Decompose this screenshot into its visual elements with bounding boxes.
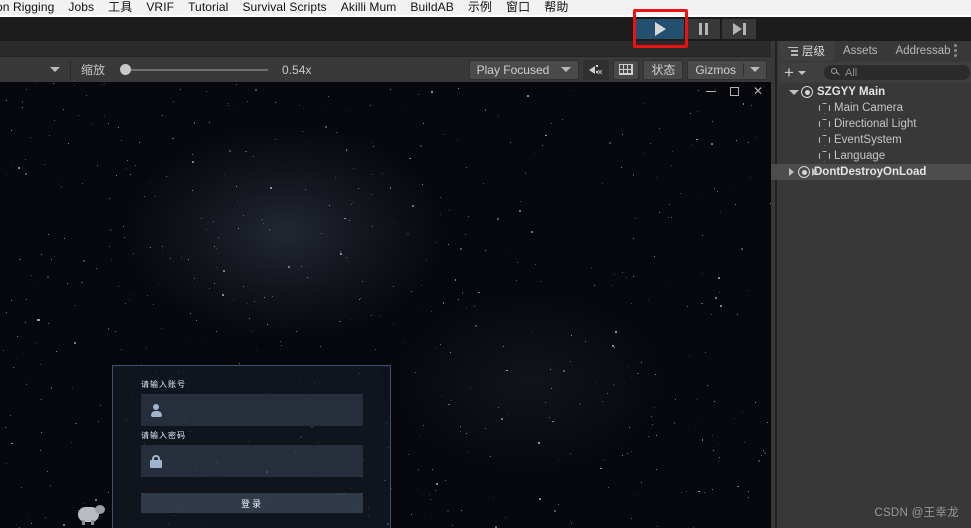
stats-button[interactable]: 状态 [643, 59, 684, 80]
gameview-toolbar: 缩放 0.54x Play Focused ✕ 状态 Gizmos [0, 56, 775, 82]
tab-hierarchy-label: 层级 [802, 46, 825, 58]
panel-options-icon[interactable] [954, 44, 957, 59]
menu-item-survival-scripts[interactable]: Survival Scripts [235, 0, 333, 15]
menu-item-examples[interactable]: 示例 [461, 0, 499, 15]
minimize-icon[interactable] [705, 90, 716, 92]
menu-item-buildab[interactable]: BuildAB [403, 0, 460, 15]
toolbar-divider [70, 60, 71, 79]
display-dropdown[interactable] [0, 57, 70, 83]
chevron-right-icon[interactable] [789, 168, 794, 176]
sheep-sprite [78, 503, 106, 525]
tab-hierarchy[interactable]: 层级 [779, 41, 834, 61]
pause-button[interactable] [686, 19, 720, 39]
zoom-slider[interactable] [113, 62, 269, 78]
gameview-toolbar-right: Play Focused ✕ 状态 Gizmos [468, 57, 775, 83]
zoom-slider-track [121, 68, 269, 71]
grid-icon [619, 64, 634, 75]
chevron-right-icon[interactable] [812, 168, 818, 176]
menu-item-vrif[interactable]: VRIF [139, 0, 181, 15]
menu-item-tools[interactable]: 工具 [101, 0, 139, 15]
frame-debug-button[interactable] [613, 59, 640, 80]
hierarchy-search-input[interactable]: All [823, 65, 970, 80]
add-object-button[interactable]: + [784, 64, 794, 81]
chevron-down-icon [750, 67, 760, 72]
playmode-focus-dropdown[interactable]: Play Focused [468, 59, 580, 80]
hierarchy-row-label: Directional Light [834, 118, 917, 130]
gizmos-label: Gizmos [695, 62, 736, 77]
close-icon[interactable]: ✕ [753, 85, 763, 97]
hierarchy-row-label: DontDestroyOnLoad [814, 166, 927, 178]
gameobject-cube-icon [819, 134, 830, 146]
user-icon [150, 403, 162, 417]
hierarchy-row-label: Language [834, 150, 886, 162]
chevron-down-icon[interactable] [789, 89, 799, 95]
gizmos-dropdown[interactable]: Gizmos [687, 59, 767, 80]
game-view[interactable]: 请输入账号 请输入密码 登录 English 中 文 [0, 82, 771, 528]
hierarchy-row-label: Main Camera [834, 102, 904, 114]
gizmos-chevron[interactable] [744, 67, 766, 72]
lock-icon [150, 454, 162, 468]
hierarchy-row[interactable]: DontDestroyOnLoad [779, 164, 971, 180]
panel-splitter[interactable] [775, 41, 777, 528]
maximize-icon[interactable] [729, 86, 739, 96]
chevron-down-icon [50, 67, 60, 72]
unity-editor-window: on Rigging Jobs 工具 VRIF Tutorial Surviva… [0, 0, 971, 528]
menu-item-help[interactable]: 帮助 [537, 0, 575, 15]
zoom-value: 0.54x [282, 62, 312, 77]
tab-assets-label: Assets [843, 45, 878, 57]
window-controls: ✕ [690, 82, 775, 100]
account-input[interactable] [141, 394, 363, 426]
unity-scene-icon [798, 166, 810, 178]
hierarchy-search-row: + All [779, 62, 971, 83]
hierarchy-row-label: EventSystem [834, 134, 902, 146]
account-group: 请输入账号 [141, 379, 363, 426]
step-button[interactable] [722, 19, 756, 39]
tab-addressables-label: Addressab [895, 45, 951, 57]
unity-scene-icon [801, 86, 813, 98]
step-icon [732, 23, 746, 35]
playmode-focus-label: Play Focused [476, 62, 550, 77]
hierarchy-row[interactable]: Main Camera [779, 100, 971, 116]
watermark: CSDN @王幸龙 [874, 507, 959, 519]
login-panel: 请输入账号 请输入密码 登录 [112, 365, 391, 528]
search-icon [830, 68, 840, 77]
menu-item-akilli-mum[interactable]: Akilli Mum [334, 0, 404, 15]
hierarchy-icon [788, 46, 798, 56]
account-label: 请输入账号 [141, 380, 186, 389]
mute-audio-icon: ✕ [589, 64, 603, 76]
main-toolbar [0, 17, 971, 41]
annotation-highlight-rectangle [633, 9, 688, 48]
login-submit-label: 登录 [240, 498, 263, 509]
hierarchy-row-label: SZGYY Main [817, 86, 886, 98]
zoom-label: 缩放 [81, 63, 106, 77]
menu-item-animation-rigging[interactable]: on Rigging [0, 0, 61, 15]
tab-assets[interactable]: Assets [834, 41, 887, 61]
hierarchy-tree: SZGYY Main Main Camera Directional Light Ev… [779, 84, 971, 180]
password-group: 请输入密码 [141, 430, 363, 477]
menu-item-window[interactable]: 窗口 [499, 0, 537, 15]
password-input[interactable] [141, 445, 363, 477]
stats-label: 状态 [651, 63, 676, 77]
tab-addressables[interactable]: Addressab [887, 41, 960, 61]
menu-item-jobs[interactable]: Jobs [61, 0, 101, 15]
hierarchy-row[interactable]: Directional Light [779, 116, 971, 132]
hierarchy-row[interactable]: SZGYY Main [779, 84, 971, 100]
hierarchy-tabs: 层级 Assets Addressab [779, 41, 971, 61]
mute-audio-button[interactable]: ✕ [583, 59, 610, 80]
hierarchy-row[interactable]: Language [779, 148, 971, 164]
hierarchy-row[interactable]: EventSystem [779, 132, 971, 148]
pause-icon [698, 23, 708, 35]
chevron-down-icon[interactable] [797, 70, 806, 75]
menu-bar: on Rigging Jobs 工具 VRIF Tutorial Surviva… [0, 0, 971, 15]
hierarchy-search-placeholder: All [844, 66, 858, 79]
gameobject-cube-icon [819, 102, 830, 114]
password-label: 请输入密码 [141, 431, 186, 440]
zoom-slider-knob[interactable] [120, 64, 132, 75]
chevron-down-icon [561, 67, 572, 72]
gameobject-cube-icon [819, 118, 830, 130]
menu-item-tutorial[interactable]: Tutorial [181, 0, 235, 15]
gameobject-cube-icon [819, 150, 830, 162]
login-submit-button[interactable]: 登录 [141, 493, 363, 513]
